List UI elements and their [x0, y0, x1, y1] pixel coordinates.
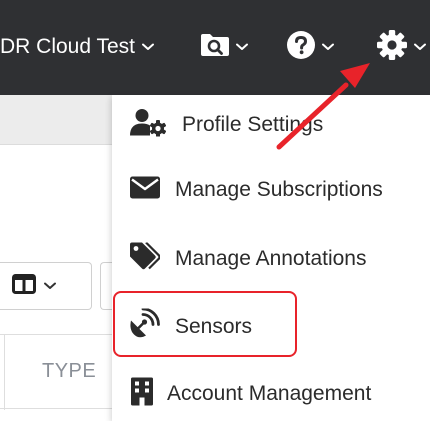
top-navigation-bar: DR Cloud Test [0, 0, 430, 95]
page-subheader [0, 95, 112, 145]
user-cog-icon [130, 109, 168, 142]
menu-item-label: Sensors [175, 315, 253, 338]
tags-icon [130, 241, 161, 276]
menu-item-account-management[interactable]: Account Management [112, 371, 430, 417]
menu-item-profile-settings[interactable]: Profile Settings [112, 102, 430, 148]
columns-icon [12, 273, 36, 299]
search-folder-icon [200, 32, 230, 63]
org-switcher[interactable]: DR Cloud Test [0, 31, 155, 63]
menu-item-label: Profile Settings [182, 113, 324, 136]
chevron-down-icon [44, 282, 56, 290]
envelope-icon [130, 176, 160, 204]
chevron-down-icon [414, 43, 426, 51]
building-icon [131, 377, 153, 411]
menu-item-label: Manage Subscriptions [175, 178, 383, 201]
org-name: DR Cloud Test [0, 35, 136, 58]
search-menu-button[interactable] [200, 27, 248, 67]
menu-item-label: Account Management [167, 382, 372, 405]
column-layout-button[interactable] [0, 262, 92, 310]
gear-icon [376, 29, 408, 66]
satellite-dish-icon [128, 307, 160, 346]
menu-item-label: Manage Annotations [175, 247, 367, 270]
chevron-down-icon [322, 43, 334, 51]
column-header-type[interactable]: TYPE [42, 360, 96, 383]
table-header: TYPE [0, 334, 112, 410]
column-divider [4, 335, 5, 410]
settings-menu-button[interactable] [376, 27, 426, 67]
help-icon [286, 30, 316, 65]
settings-dropdown-menu: Profile Settings Manage Subscriptions Ma… [112, 95, 430, 421]
chevron-down-icon [142, 43, 155, 51]
menu-item-sensors[interactable]: Sensors [112, 304, 430, 350]
menu-item-manage-annotations[interactable]: Manage Annotations [112, 236, 430, 282]
help-menu-button[interactable] [286, 27, 334, 67]
menu-item-manage-subscriptions[interactable]: Manage Subscriptions [112, 167, 430, 213]
chevron-down-icon [236, 43, 248, 51]
